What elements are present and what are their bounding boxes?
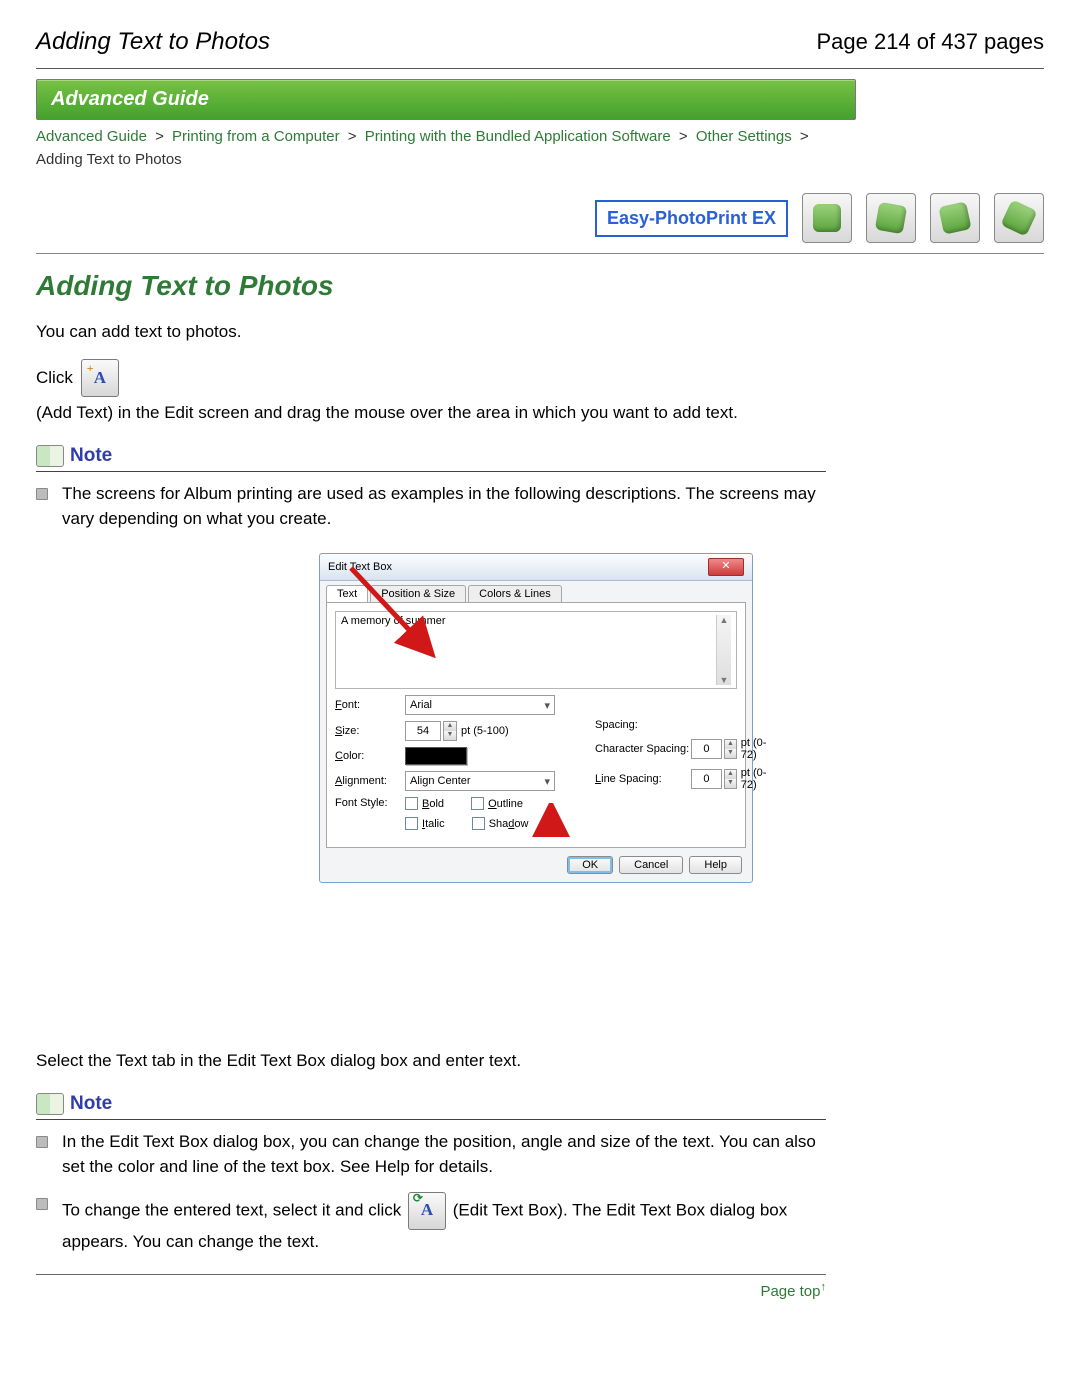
arrow-up-icon: ↑ [821, 1281, 827, 1293]
tab-position-size[interactable]: Position & Size [370, 585, 466, 602]
note-icon [36, 1093, 64, 1115]
line-spacing-step-buttons[interactable]: ▲▼ [724, 769, 736, 789]
breadcrumb-advanced-guide[interactable]: Advanced Guide [36, 128, 147, 145]
page-title: Adding Text to Photos [36, 28, 270, 56]
note2-heading: Note [36, 1093, 826, 1120]
decorative-tile-icon [994, 193, 1044, 243]
page-number: Page 214 of 437 pages [816, 29, 1044, 55]
note2-list: In the Edit Text Box dialog box, you can… [36, 1130, 826, 1254]
size-label: Size: [335, 725, 405, 737]
page-top-text: Page top [760, 1283, 820, 1300]
line-spacing-unit: pt (0-72) [741, 767, 777, 791]
decorative-tile-icon [930, 193, 980, 243]
text-input[interactable]: A memory of summer ▲ ▼ [335, 611, 737, 689]
advanced-guide-banner: Advanced Guide [36, 79, 856, 120]
italic-checkbox[interactable]: Italic [405, 817, 445, 830]
text-value: A memory of summer [341, 615, 446, 685]
font-label: Font: [335, 699, 405, 711]
decorative-tile-icon [802, 193, 852, 243]
bold-checkbox[interactable]: Bold [405, 797, 444, 810]
section-heading: Adding Text to Photos [36, 270, 1044, 302]
char-spacing-step-buttons[interactable]: ▲▼ [724, 739, 736, 759]
char-spacing-label: Character Spacing: [595, 743, 691, 755]
cancel-button[interactable]: Cancel [619, 856, 683, 874]
alignment-label: Alignment: [335, 775, 405, 787]
chevron-down-icon: ▾ [544, 699, 550, 712]
alignment-select[interactable]: Align Center ▾ [405, 771, 555, 791]
spacing-heading: Spacing: [595, 719, 777, 731]
note-icon [36, 445, 64, 467]
font-style-label: Font Style: [335, 797, 405, 809]
char-spacing-unit: pt (0-72) [741, 737, 777, 761]
shadow-checkbox[interactable]: Shadow [472, 817, 529, 830]
note-title: Note [70, 445, 112, 467]
note-item: The screens for Album printing are used … [62, 482, 826, 531]
tab-colors-lines[interactable]: Colors & Lines [468, 585, 562, 602]
size-unit: pt (5-100) [461, 725, 509, 737]
edit-text-box-icon: A [408, 1192, 446, 1230]
note2-item2: To change the entered text, select it an… [62, 1192, 826, 1255]
chevron-right-icon: > [675, 128, 692, 145]
size-step-buttons[interactable]: ▲▼ [443, 721, 457, 741]
edit-text-box-dialog: Edit Text Box ✕ Text Position & Size Col… [319, 553, 753, 883]
breadcrumb-bundled-software[interactable]: Printing with the Bundled Application So… [365, 128, 671, 145]
top-rule [36, 68, 1044, 69]
note2-item2-pre: To change the entered text, select it an… [62, 1200, 401, 1219]
note-list: The screens for Album printing are used … [36, 482, 826, 531]
chevron-down-icon: ▾ [544, 775, 550, 788]
scrollbar[interactable]: ▲ ▼ [716, 615, 731, 685]
decorative-tile-icon [866, 193, 916, 243]
chevron-right-icon: > [796, 128, 813, 145]
note-heading: Note [36, 445, 826, 472]
close-button[interactable]: ✕ [708, 558, 744, 576]
color-label: Color: [335, 750, 405, 762]
breadcrumb-other-settings[interactable]: Other Settings [696, 128, 792, 145]
tab-text[interactable]: Text [326, 585, 368, 602]
size-stepper[interactable]: 54 [405, 721, 441, 741]
click-suffix: (Add Text) in the Edit screen and drag t… [36, 403, 738, 423]
dialog-title: Edit Text Box [328, 561, 392, 573]
scroll-up-icon[interactable]: ▲ [720, 615, 729, 625]
breadcrumb-current: Adding Text to Photos [36, 151, 182, 168]
page-top-link[interactable]: Page top↑ [760, 1283, 826, 1300]
note2-item1: In the Edit Text Box dialog box, you can… [62, 1130, 826, 1179]
breadcrumb: Advanced Guide > Printing from a Compute… [36, 126, 826, 171]
color-swatch[interactable] [405, 747, 467, 765]
after-screenshot-text: Select the Text tab in the Edit Text Box… [36, 1051, 826, 1071]
product-strip: Easy-PhotoPrint EX [36, 193, 1044, 254]
embedded-screenshot: Edit Text Box ✕ Text Position & Size Col… [36, 553, 826, 1033]
ok-button[interactable]: OK [567, 856, 613, 874]
intro-text: You can add text to photos. [36, 322, 826, 342]
add-text-icon: A [81, 359, 119, 397]
click-instruction: Click A (Add Text) in the Edit screen an… [36, 359, 826, 423]
note2-title: Note [70, 1093, 112, 1115]
chevron-right-icon: > [151, 128, 168, 145]
line-spacing-stepper[interactable]: 0 [691, 769, 723, 789]
font-value: Arial [410, 699, 432, 711]
chevron-right-icon: > [344, 128, 361, 145]
dialog-tabs: Text Position & Size Colors & Lines [320, 581, 752, 602]
char-spacing-stepper[interactable]: 0 [691, 739, 723, 759]
breadcrumb-printing-from-computer[interactable]: Printing from a Computer [172, 128, 340, 145]
font-select[interactable]: Arial ▾ [405, 695, 555, 715]
easy-photoprint-ex-badge: Easy-PhotoPrint EX [595, 200, 788, 237]
scroll-down-icon[interactable]: ▼ [720, 675, 729, 685]
line-spacing-label: Line Spacing: [595, 773, 691, 785]
alignment-value: Align Center [410, 775, 471, 787]
click-prefix: Click [36, 368, 73, 388]
outline-checkbox[interactable]: Outline [471, 797, 523, 810]
help-button[interactable]: Help [689, 856, 742, 874]
